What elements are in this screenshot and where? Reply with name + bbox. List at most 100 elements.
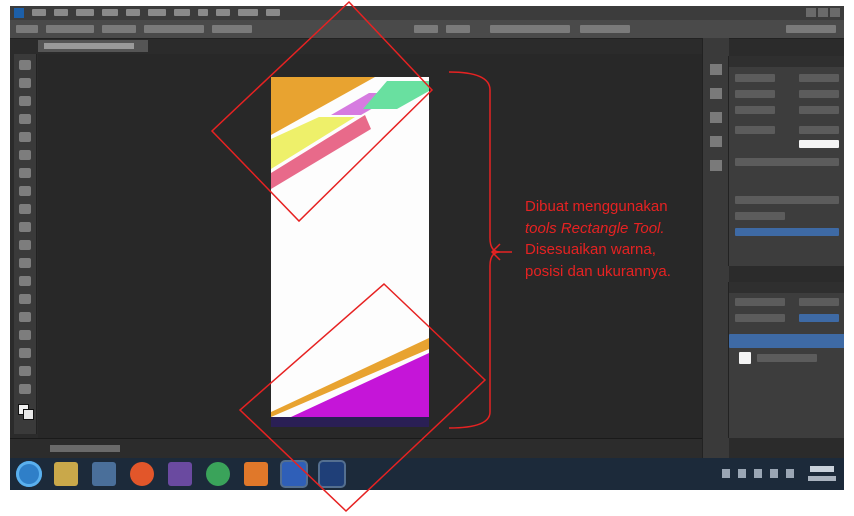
annotation-line-4: posisi dan ukurannya.	[525, 262, 671, 280]
menu-window[interactable]	[238, 9, 258, 16]
selected-property-row[interactable]	[735, 228, 839, 236]
gradient-tool-icon[interactable]	[19, 258, 31, 268]
options-bar	[10, 20, 844, 39]
annotation-text: Dibuat menggunakan tools Rectangle Tool.…	[525, 196, 735, 282]
tray-volume-icon[interactable]	[754, 469, 762, 478]
marquee-tool-icon[interactable]	[19, 78, 31, 88]
property-field[interactable]	[735, 212, 785, 220]
annotation-line-3: Disesuaikan warna,	[525, 241, 656, 258]
media-player-icon[interactable]	[92, 462, 116, 486]
swatches-panel-icon[interactable]	[710, 160, 722, 171]
history-brush-tool-icon[interactable]	[19, 222, 31, 232]
annotation-line-1: Dibuat menggunakan	[525, 198, 668, 215]
healing-brush-tool-icon[interactable]	[19, 168, 31, 178]
clone-stamp-tool-icon[interactable]	[19, 204, 31, 214]
rectangle-tool-icon[interactable]	[19, 366, 31, 376]
property-field[interactable]	[799, 126, 839, 134]
tray-language-icon[interactable]	[786, 469, 794, 478]
document-tab-title	[44, 43, 134, 49]
align-edges-checkbox[interactable]	[580, 25, 630, 33]
chrome-icon[interactable]	[206, 462, 230, 486]
brush-panel-icon[interactable]	[710, 136, 722, 147]
minimize-icon[interactable]	[806, 8, 816, 17]
file-explorer-icon[interactable]	[54, 462, 78, 486]
layer-row[interactable]	[757, 354, 817, 362]
pen-tool-icon[interactable]	[19, 312, 31, 322]
menu-3d[interactable]	[198, 9, 208, 16]
menu-help[interactable]	[266, 9, 280, 16]
word-icon[interactable]	[282, 462, 306, 486]
layer-row-selected[interactable]	[729, 334, 844, 348]
property-field[interactable]	[735, 74, 775, 82]
fill-swatch[interactable]	[102, 25, 136, 33]
property-field[interactable]	[735, 158, 839, 166]
menu-type[interactable]	[126, 9, 140, 16]
shape-mode-select[interactable]	[46, 25, 94, 33]
paint-icon[interactable]	[244, 462, 268, 486]
tray-battery-icon[interactable]	[770, 469, 778, 478]
property-field[interactable]	[799, 90, 839, 98]
eraser-tool-icon[interactable]	[19, 240, 31, 250]
photoshop-icon[interactable]	[320, 462, 344, 486]
property-field[interactable]	[735, 106, 775, 114]
tool-preset-picker[interactable]	[16, 25, 38, 33]
lasso-tool-icon[interactable]	[19, 96, 31, 106]
status-bar	[10, 438, 702, 459]
width-field[interactable]	[414, 25, 438, 33]
history-panel-icon[interactable]	[710, 64, 722, 75]
start-orb-icon[interactable]	[16, 461, 42, 487]
fill-field[interactable]	[799, 314, 839, 322]
magenta-rectangle-shape	[291, 353, 429, 417]
firefox-icon[interactable]	[130, 462, 154, 486]
tools-panel	[14, 54, 37, 434]
tray-flag-icon[interactable]	[722, 469, 730, 478]
hand-tool-icon[interactable]	[19, 384, 31, 394]
menu-filter[interactable]	[174, 9, 190, 16]
crop-tool-icon[interactable]	[19, 132, 31, 142]
height-field[interactable]	[446, 25, 470, 33]
property-field[interactable]	[735, 90, 775, 98]
close-icon[interactable]	[830, 8, 840, 17]
properties-panel-icon[interactable]	[710, 88, 722, 99]
menu-view[interactable]	[216, 9, 230, 16]
taskbar-clock[interactable]	[810, 466, 834, 472]
move-tool-icon[interactable]	[19, 60, 31, 70]
background-color-swatch[interactable]	[23, 409, 34, 420]
quick-select-tool-icon[interactable]	[19, 114, 31, 124]
stroke-width-field[interactable]	[212, 25, 252, 33]
taskbar-date[interactable]	[808, 476, 836, 481]
document-tab[interactable]	[38, 40, 148, 52]
blur-tool-icon[interactable]	[19, 276, 31, 286]
canvas-artwork	[271, 77, 429, 417]
stroke-swatch[interactable]	[144, 25, 204, 33]
brush-tool-icon[interactable]	[19, 186, 31, 196]
workspace-switcher[interactable]	[786, 25, 836, 33]
blend-mode-select[interactable]	[735, 314, 785, 322]
menu-edit[interactable]	[54, 9, 68, 16]
visual-studio-icon[interactable]	[168, 462, 192, 486]
document-canvas[interactable]	[271, 77, 429, 417]
menu-image[interactable]	[76, 9, 94, 16]
property-field[interactable]	[799, 106, 839, 114]
property-field[interactable]	[735, 126, 775, 134]
layers-panel	[728, 282, 844, 438]
menu-bar	[10, 6, 844, 20]
path-operations[interactable]	[490, 25, 570, 33]
maximize-icon[interactable]	[818, 8, 828, 17]
paragraph-panel-icon[interactable]	[710, 112, 722, 123]
layer-filter-select[interactable]	[735, 298, 785, 306]
opacity-field[interactable]	[799, 298, 839, 306]
eyedropper-tool-icon[interactable]	[19, 150, 31, 160]
path-selection-tool-icon[interactable]	[19, 348, 31, 358]
tray-network-icon[interactable]	[738, 469, 746, 478]
type-tool-icon[interactable]	[19, 330, 31, 340]
menu-layer[interactable]	[102, 9, 118, 16]
dodge-tool-icon[interactable]	[19, 294, 31, 304]
canvas-bottom-band	[271, 417, 429, 427]
property-field[interactable]	[799, 74, 839, 82]
menu-file[interactable]	[32, 9, 46, 16]
annotation-line-2: tools Rectangle Tool.	[525, 219, 665, 237]
property-field[interactable]	[735, 196, 839, 204]
fill-color-swatch[interactable]	[799, 140, 839, 148]
menu-select[interactable]	[148, 9, 166, 16]
